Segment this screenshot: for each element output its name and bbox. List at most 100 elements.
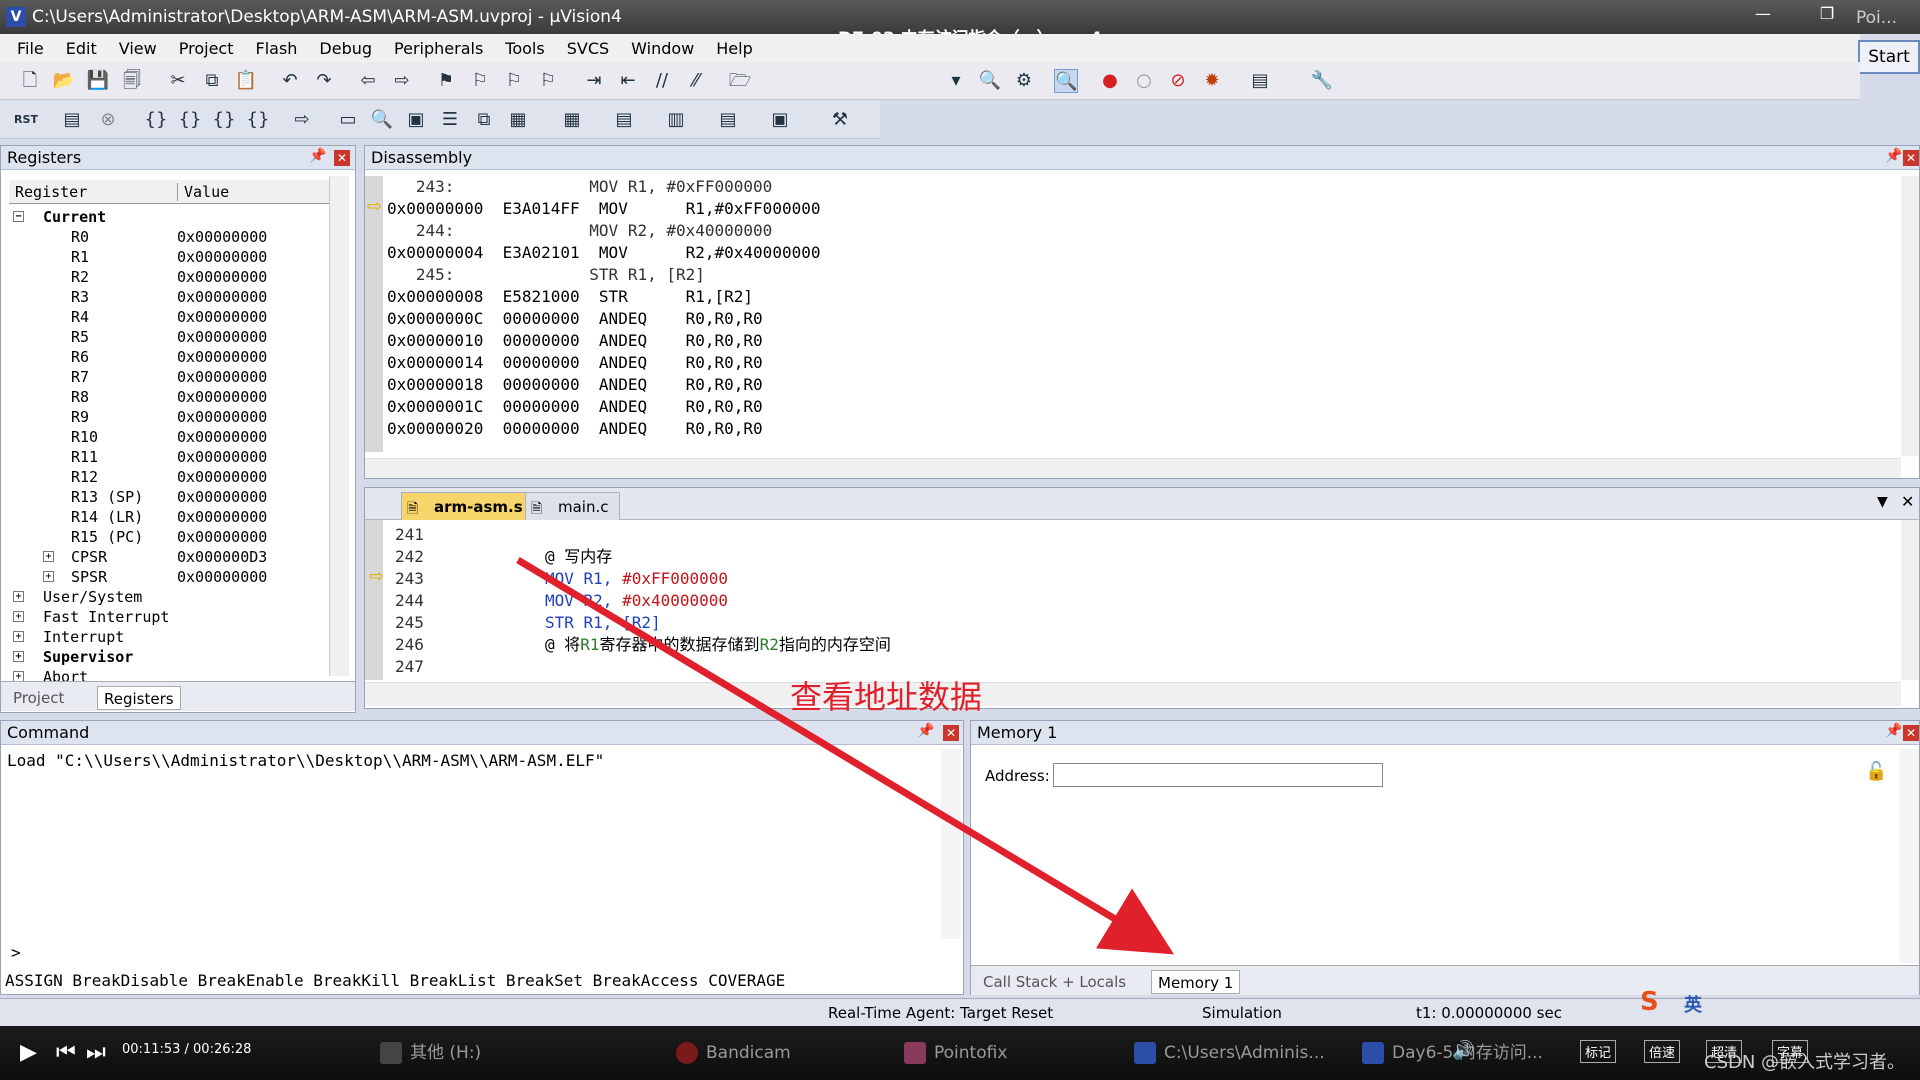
memory-window-icon[interactable]: ▦	[560, 108, 584, 132]
registers-scrollbar[interactable]	[329, 176, 349, 676]
register-row[interactable]: R2 0x00000000	[9, 268, 329, 288]
disassembly-line[interactable]: 0x00000000 E3A014FF MOV R1,#0xFF000000	[387, 198, 820, 220]
menu-project[interactable]: Project	[168, 39, 245, 58]
registers-window-icon[interactable]: ☰	[438, 108, 462, 132]
toolbox-icon[interactable]: ⚒	[828, 108, 852, 132]
disassembly-line[interactable]: 0x00000004 E3A02101 MOV R2,#0x40000000	[387, 242, 820, 264]
register-row[interactable]: R13 (SP) 0x00000000	[9, 488, 329, 508]
clear-bookmarks-icon[interactable]: ⚐	[536, 69, 560, 93]
code-line-243[interactable]: MOV R1, #0xFF000000	[545, 568, 728, 590]
close-editor-icon[interactable]: ✕	[1901, 492, 1914, 511]
bookmark-icon[interactable]: ⚑	[434, 69, 458, 93]
comment-icon[interactable]: //	[650, 69, 674, 93]
disassembly-line[interactable]: 244: MOV R2, #0x40000000	[387, 220, 772, 242]
editor-vertical-scrollbar[interactable]	[1901, 520, 1919, 680]
stop-icon[interactable]: ⊗	[96, 108, 120, 132]
register-row[interactable]: + CPSR 0x000000D3	[9, 548, 329, 568]
register-row[interactable]: R7 0x00000000	[9, 368, 329, 388]
close-icon[interactable]: ✕	[943, 725, 959, 741]
register-row[interactable]: R5 0x00000000	[9, 328, 329, 348]
disassembly-line[interactable]: 0x00000018 00000000 ANDEQ R0,R0,R0	[387, 374, 763, 396]
memory-scrollbar[interactable]	[1899, 749, 1919, 963]
disassembly-line[interactable]: 0x0000000C 00000000 ANDEQ R0,R0,R0	[387, 308, 763, 330]
indent-icon[interactable]: ⇥	[582, 69, 606, 93]
register-row[interactable]: R9 0x00000000	[9, 408, 329, 428]
open-folder-icon[interactable]: 📂	[52, 69, 76, 93]
register-group[interactable]: + User/System	[9, 588, 329, 608]
next-bookmark-icon[interactable]: ⚐	[502, 69, 526, 93]
pin-icon[interactable]: 📌	[917, 723, 934, 739]
run-to-cursor-icon[interactable]: {}	[246, 108, 270, 132]
cut-icon[interactable]: ✂	[166, 69, 190, 93]
save-icon[interactable]: 💾	[86, 69, 110, 93]
close-icon[interactable]: ✕	[1903, 150, 1919, 166]
address-input[interactable]	[1053, 763, 1383, 787]
tab-arm-asm-s[interactable]: arm-asm.s	[401, 492, 534, 520]
disassembly-line[interactable]: 0x00000014 00000000 ANDEQ R0,R0,R0	[387, 352, 763, 374]
undo-icon[interactable]: ↶	[278, 69, 302, 93]
editor-horizontal-scrollbar[interactable]	[365, 682, 1901, 706]
debug-session-icon[interactable]: 🔍	[1054, 69, 1078, 93]
command-window-icon[interactable]: ▭	[336, 108, 360, 132]
tab-call-stack-locals[interactable]: Call Stack + Locals	[977, 970, 1132, 994]
register-row[interactable]: R4 0x00000000	[9, 308, 329, 328]
menu-window[interactable]: Window	[620, 39, 705, 58]
menu-debug[interactable]: Debug	[308, 39, 383, 58]
taskbar-item[interactable]: 其他 (H:)	[380, 1040, 481, 1066]
menu-help[interactable]: Help	[705, 39, 763, 58]
serial-window-icon[interactable]: ▤	[612, 108, 636, 132]
register-group[interactable]: + Supervisor	[9, 648, 329, 668]
command-prompt[interactable]: >	[11, 943, 21, 962]
register-row[interactable]: R3 0x00000000	[9, 288, 329, 308]
restore-icon[interactable]: ❐	[1812, 4, 1842, 28]
taskbar-item[interactable]: Pointofix	[904, 1040, 1007, 1066]
expand-icon[interactable]: +	[13, 651, 24, 662]
tab-memory-1[interactable]: Memory 1	[1151, 970, 1241, 994]
copy-icon[interactable]: ⧉	[200, 69, 224, 93]
menu-file[interactable]: File	[6, 39, 55, 58]
find-icon[interactable]: 🔍	[978, 69, 1002, 93]
target-select-icon[interactable]: ▾	[944, 69, 968, 93]
disassembly-line[interactable]: 0x00000010 00000000 ANDEQ R0,R0,R0	[387, 330, 763, 352]
volume-icon[interactable]: 🔊	[1452, 1040, 1474, 1061]
menu-edit[interactable]: Edit	[55, 39, 108, 58]
tab-dropdown-icon[interactable]: ▼	[1877, 494, 1888, 510]
navigate-forward-icon[interactable]: ⇨	[390, 69, 414, 93]
navigate-back-icon[interactable]: ⇦	[356, 69, 380, 93]
ime-mode[interactable]: 英	[1684, 991, 1702, 1017]
register-row[interactable]: R10 0x00000000	[9, 428, 329, 448]
step-over-icon[interactable]: {}	[178, 108, 202, 132]
step-out-icon[interactable]: {}	[212, 108, 236, 132]
disassembly-vertical-scrollbar[interactable]	[1901, 176, 1919, 456]
expand-icon[interactable]: +	[13, 611, 24, 622]
code-line-246[interactable]: @ 将R1寄存器中的数据存储到R2指向的内存空间	[545, 634, 891, 656]
menu-view[interactable]: View	[108, 39, 168, 58]
close-icon[interactable]: ✕	[334, 150, 350, 166]
mark-button[interactable]: 标记	[1580, 1040, 1617, 1063]
tab-registers[interactable]: Registers	[97, 686, 181, 710]
command-scrollbar[interactable]	[941, 749, 961, 939]
previous-icon[interactable]: ⏮	[56, 1040, 76, 1065]
register-row[interactable]: R15 (PC) 0x00000000	[9, 528, 329, 548]
insert-breakpoint-icon[interactable]: ●	[1098, 69, 1122, 93]
taskbar-item[interactable]: Bandicam	[676, 1040, 791, 1066]
speed-button[interactable]: 倍速	[1644, 1040, 1681, 1063]
reset-icon[interactable]: RST	[14, 108, 38, 132]
code-line-245[interactable]: STR R1, [R2]	[545, 612, 661, 634]
register-row[interactable]: R8 0x00000000	[9, 388, 329, 408]
lock-icon[interactable]: 🔓	[1865, 761, 1887, 782]
tab-project[interactable]: Project	[7, 686, 70, 710]
register-row[interactable]: + SPSR 0x00000000	[9, 568, 329, 588]
register-row[interactable]: R1 0x00000000	[9, 248, 329, 268]
system-viewer-icon[interactable]: ▣	[768, 108, 792, 132]
register-row[interactable]: R14 (LR) 0x00000000	[9, 508, 329, 528]
prev-bookmark-icon[interactable]: ⚐	[468, 69, 492, 93]
disassembly-line[interactable]: 245: STR R1, [R2]	[387, 264, 705, 286]
disassembly-line[interactable]: 0x0000001C 00000000 ANDEQ R0,R0,R0	[387, 396, 763, 418]
paste-icon[interactable]: 📋	[234, 69, 258, 93]
menu-peripherals[interactable]: Peripherals	[383, 39, 494, 58]
register-row[interactable]: R0 0x00000000	[9, 228, 329, 248]
save-all-icon[interactable]: 🗐	[120, 69, 144, 93]
new-file-icon[interactable]: 🗋	[18, 69, 42, 93]
expand-icon[interactable]: +	[13, 631, 24, 642]
